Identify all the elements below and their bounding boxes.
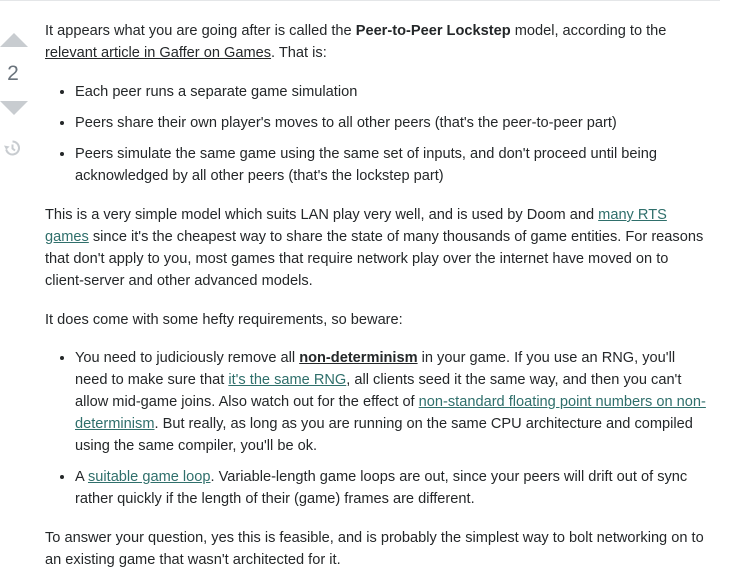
intro-text-3: . That is: bbox=[271, 45, 327, 61]
list-item: A suitable game loop. Variable-length ga… bbox=[75, 466, 710, 510]
item-text: You need to judiciously remove all bbox=[75, 350, 300, 366]
game-loop-link[interactable]: suitable game loop bbox=[88, 469, 211, 485]
gaffer-article-link[interactable]: relevant article in Gaffer on Games bbox=[45, 45, 271, 61]
paragraph-text-2: since it's the cheapest way to share the… bbox=[45, 229, 704, 289]
same-rng-link[interactable]: it's the same RNG bbox=[228, 372, 346, 388]
vote-count: 2 bbox=[7, 62, 19, 85]
requirements-intro: It does come with some hefty requirement… bbox=[45, 312, 403, 328]
paragraph-text: This is a very simple model which suits … bbox=[45, 207, 599, 223]
item-text-4: . But really, as long as you are running… bbox=[75, 416, 693, 454]
intro-text-2: model, according to the bbox=[510, 23, 667, 39]
list-item: Peers share their own player's moves to … bbox=[75, 112, 710, 134]
item-text: A bbox=[75, 469, 88, 485]
model-name: Peer-to-Peer Lockstep bbox=[355, 23, 511, 39]
requirements-list: You need to judiciously remove all non-d… bbox=[45, 347, 710, 510]
list-item: You need to judiciously remove all non-d… bbox=[75, 347, 710, 457]
list-item: Each peer runs a separate game simulatio… bbox=[75, 81, 710, 103]
arrow-down-icon[interactable] bbox=[0, 101, 28, 115]
intro-text: It appears what you are going after is c… bbox=[45, 23, 356, 39]
intro-paragraph: It appears what you are going after is c… bbox=[45, 20, 710, 64]
conclusion-paragraph: To answer your question, yes this is fea… bbox=[45, 530, 704, 568]
model-description-paragraph: This is a very simple model which suits … bbox=[45, 204, 710, 292]
non-determinism-label: non-determinism bbox=[299, 350, 418, 366]
arrow-up-icon[interactable] bbox=[0, 33, 28, 47]
answer-body: It appears what you are going after is c… bbox=[45, 20, 710, 571]
model-steps-list: Each peer runs a separate game simulatio… bbox=[45, 81, 710, 187]
history-icon[interactable] bbox=[3, 139, 21, 157]
list-item: Peers simulate the same game using the s… bbox=[75, 143, 710, 187]
non-determinism-link[interactable]: non-determinism bbox=[299, 350, 417, 366]
top-divider bbox=[0, 0, 720, 1]
vote-column: 2 bbox=[0, 0, 30, 584]
